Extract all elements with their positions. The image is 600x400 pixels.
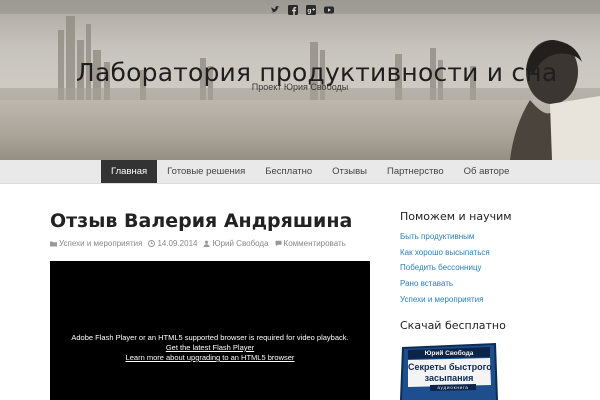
nav-menu: Главная Готовые решения Бесплатно Отзывы… [101,160,519,184]
youtube-icon[interactable] [324,2,334,14]
book-title-line1: Секреты быстрого [408,362,492,372]
folder-icon [50,240,57,247]
post-date-link[interactable]: 14.09.2014 [157,239,197,248]
post-category: Успехи и мероприятия [50,239,142,248]
audiobook-cover[interactable]: Юрий Свобода Секреты быстрого засыпания … [400,341,500,400]
post-title[interactable]: Отзыв Валерия Андряшина [50,210,352,232]
get-flash-link[interactable]: Get the latest Flash Player [50,343,370,353]
sidebar-link-insomnia[interactable]: Победить бессонницу [400,260,490,276]
book-subtitle: аудиокнига [437,385,469,390]
site-description: Проект Юрия Свободы [251,82,349,92]
nav-item-reviews[interactable]: Отзывы [322,160,377,183]
social-links: g [270,2,334,15]
post-author: Юрий Свобода [203,239,269,248]
html5-upgrade-link[interactable]: Learn more about upgrading to an HTML5 b… [50,353,370,363]
nav-item-about[interactable]: Об авторе [454,160,520,183]
user-icon [203,240,210,247]
site-header: g Лаборатория продуктивности и сна Проек… [0,0,600,160]
widget-title-help: Поможем и научим [400,210,512,223]
clock-icon [148,240,156,247]
sidebar-link-success[interactable]: Успехи и мероприятия [400,292,490,308]
nav-item-home[interactable]: Главная [101,160,158,183]
player-message-block: Adobe Flash Player or an HTML5 supported… [50,333,370,363]
post-author-link[interactable]: Юрий Свобода [212,239,268,248]
comment-link[interactable]: Комментировать [284,239,346,248]
facebook-icon[interactable] [288,2,298,15]
nav-item-free[interactable]: Бесплатно [255,160,322,183]
nav-item-solutions[interactable]: Готовые решения [157,160,255,183]
book-title-line2: засыпания [424,373,474,383]
sidebar-link-sleep-well[interactable]: Как хорошо высыпаться [400,245,490,261]
help-links-list: Быть продуктивным Как хорошо высыпаться … [400,229,490,308]
main-navigation: Главная Готовые решения Бесплатно Отзывы… [0,160,600,184]
book-author: Юрий Свобода [424,350,474,357]
post-date: 14.09.2014 [148,239,197,248]
video-player[interactable]: Adobe Flash Player or an HTML5 supported… [50,261,370,400]
player-message: Adobe Flash Player or an HTML5 supported… [71,333,349,342]
post-category-link[interactable]: Успехи и мероприятия [59,239,142,248]
twitter-icon[interactable] [270,2,280,13]
post-comments: Комментировать [275,239,346,248]
google-plus-icon[interactable]: g [306,2,316,15]
sidebar-link-productive[interactable]: Быть продуктивным [400,229,490,245]
nav-item-partnership[interactable]: Партнерство [377,160,454,183]
comment-icon [275,240,282,247]
post-meta: Успехи и мероприятия 14.09.2014 Юрий Сво… [50,239,346,248]
svg-text:g: g [307,8,311,15]
widget-title-download: Скачай бесплатно [400,319,506,332]
sidebar-link-wake-early[interactable]: Рано вставать [400,276,490,292]
